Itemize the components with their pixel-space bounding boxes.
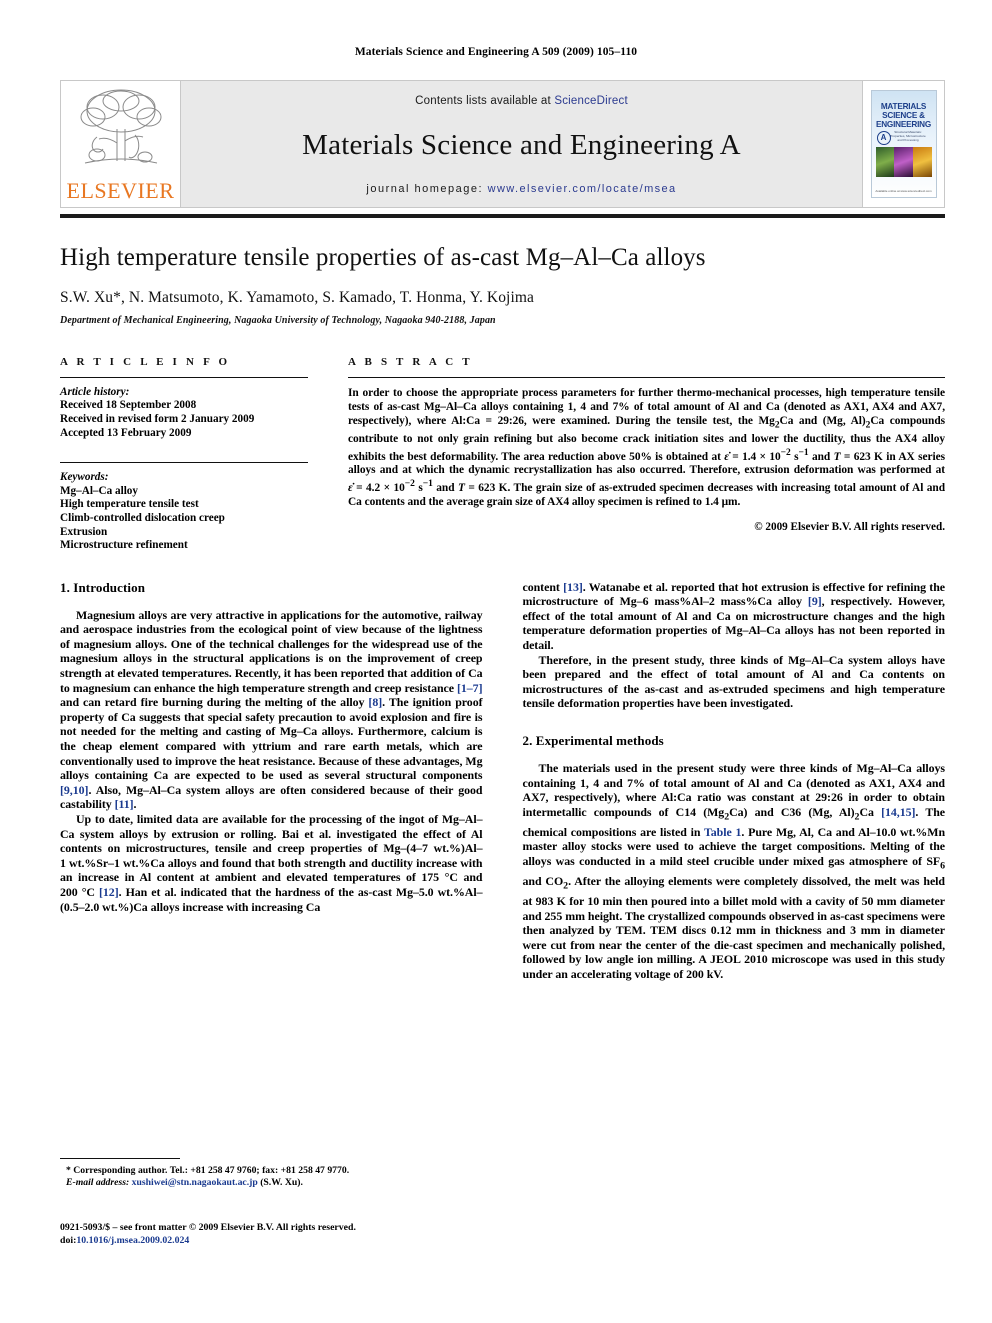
- article-info-heading: A R T I C L E I N F O: [60, 355, 231, 368]
- section-heading-experimental: 2. Experimental methods: [522, 733, 664, 749]
- abstract-text: In order to choose the appropriate proce…: [348, 386, 946, 508]
- article-page: Materials Science and Engineering A 509 …: [0, 0, 992, 1323]
- keywords-label: Keywords:: [60, 471, 109, 484]
- body-column-right: content [13]. Watanabe et al. reported t…: [523, 580, 946, 982]
- article-info-rule-top: [60, 376, 308, 378]
- keyword-item: Mg–Al–Ca alloy: [60, 484, 138, 497]
- journal-cover-thumbnail[interactable]: MATERIALS SCIENCE & ENGINEERING A Struct…: [863, 80, 945, 208]
- cover-title-line2: SCIENCE &: [882, 111, 925, 120]
- cover-title: MATERIALS SCIENCE & ENGINEERING: [872, 91, 936, 129]
- doi-line: doi:10.1016/j.msea.2009.02.024: [60, 1235, 520, 1248]
- contents-available-line: Contents lists available at ScienceDirec…: [415, 95, 628, 107]
- abstract-heading: A B S T R A C T: [348, 355, 473, 368]
- paragraph-experimental-1: The materials used in the present study …: [522, 761, 946, 981]
- article-info-rule-mid: [60, 462, 308, 464]
- paragraph-intro-3: Therefore, in the present study, three k…: [522, 652, 946, 711]
- affiliation: Department of Mechanical Engineering, Na…: [60, 314, 496, 326]
- abstract-copyright: © 2009 Elsevier B.V. All rights reserved…: [754, 520, 945, 533]
- page-title: High temperature tensile properties of a…: [60, 244, 706, 271]
- elsevier-wordmark: ELSEVIER: [66, 178, 175, 203]
- journal-masthead: ELSEVIER Contents lists available at Sci…: [60, 80, 945, 208]
- info-abstract-row: A R T I C L E I N F O Article history: R…: [60, 356, 945, 553]
- masthead-divider: [60, 214, 945, 218]
- cover-title-line3: ENGINEERING: [875, 120, 932, 129]
- issn-line: 0921-5093/$ – see front matter © 2009 El…: [60, 1222, 356, 1233]
- keywords-group: Keywords: Mg–Al–Ca alloy High temperatur…: [60, 471, 308, 553]
- body-columns: 1. Introduction Magnesium alloys are ver…: [60, 580, 945, 982]
- paragraph-intro-2-cont: content [13]. Watanabe et al. reported t…: [522, 579, 946, 653]
- keyword-item: Climb-controlled dislocation creep: [60, 511, 225, 524]
- cover-art: MATERIALS SCIENCE & ENGINEERING A Struct…: [870, 90, 937, 198]
- cover-title-line1: MATERIALS: [880, 102, 927, 111]
- paragraph-intro-2: Up to date, limited data are available f…: [60, 812, 483, 914]
- contents-prefix: Contents lists available at: [415, 95, 555, 107]
- cover-footer: Available online at www.sciencedirect.co…: [875, 189, 932, 193]
- footnote-divider: [60, 1158, 180, 1159]
- cover-series-badge: A: [876, 131, 891, 145]
- abstract-rule: [348, 376, 945, 378]
- elsevier-tree-icon: [73, 85, 169, 177]
- footnote-area: * Corresponding author. Tel.: +81 258 47…: [60, 1158, 505, 1190]
- doi-link[interactable]: 10.1016/j.msea.2009.02.024: [76, 1235, 189, 1246]
- journal-homepage-link[interactable]: www.elsevier.com/locate/msea: [488, 183, 677, 195]
- email-label: E-mail address:: [66, 1177, 130, 1189]
- issn-copyright-block: 0921-5093/$ – see front matter © 2009 El…: [60, 1222, 520, 1247]
- section-heading-introduction: 1. Introduction: [60, 579, 146, 595]
- corresponding-author-note: * Corresponding author. Tel.: +81 258 47…: [66, 1165, 350, 1176]
- author-list: S.W. Xu*, N. Matsumoto, K. Yamamoto, S. …: [60, 288, 535, 306]
- homepage-prefix: journal homepage:: [366, 183, 488, 195]
- article-info-column: A R T I C L E I N F O Article history: R…: [60, 356, 348, 553]
- journal-band: Contents lists available at ScienceDirec…: [180, 80, 863, 208]
- cover-micrograph-strip: [875, 147, 932, 177]
- history-item: Accepted 13 February 2009: [60, 426, 192, 439]
- body-column-left: 1. Introduction Magnesium alloys are ver…: [60, 580, 483, 982]
- sciencedirect-link[interactable]: ScienceDirect: [554, 95, 628, 107]
- history-item: Received in revised form 2 January 2009: [60, 412, 255, 425]
- abstract-column: A B S T R A C T In order to choose the a…: [348, 356, 945, 553]
- running-head: Materials Science and Engineering A 509 …: [354, 46, 638, 58]
- keyword-item: Microstructure refinement: [60, 539, 188, 552]
- journal-title: Materials Science and Engineering A: [302, 128, 741, 161]
- email-link[interactable]: xushiwei@stn.nagaokaut.ac.jp: [132, 1177, 258, 1188]
- title-block: High temperature tensile properties of a…: [60, 244, 945, 326]
- article-history-group: Article history: Received 18 September 2…: [60, 386, 308, 440]
- article-history-label: Article history:: [60, 385, 130, 398]
- keyword-item: Extrusion: [60, 525, 108, 538]
- history-item: Received 18 September 2008: [60, 399, 197, 412]
- elsevier-logo: ELSEVIER: [60, 80, 180, 208]
- email-suffix: (S.W. Xu).: [260, 1177, 303, 1189]
- doi-label: doi:: [60, 1234, 77, 1246]
- journal-homepage-line: journal homepage: www.elsevier.com/locat…: [366, 183, 676, 195]
- paragraph-intro-1: Magnesium alloys are very attractive in …: [60, 607, 483, 812]
- email-note: E-mail address: xushiwei@stn.nagaokaut.a…: [60, 1177, 505, 1189]
- keyword-item: High temperature tensile test: [60, 498, 199, 511]
